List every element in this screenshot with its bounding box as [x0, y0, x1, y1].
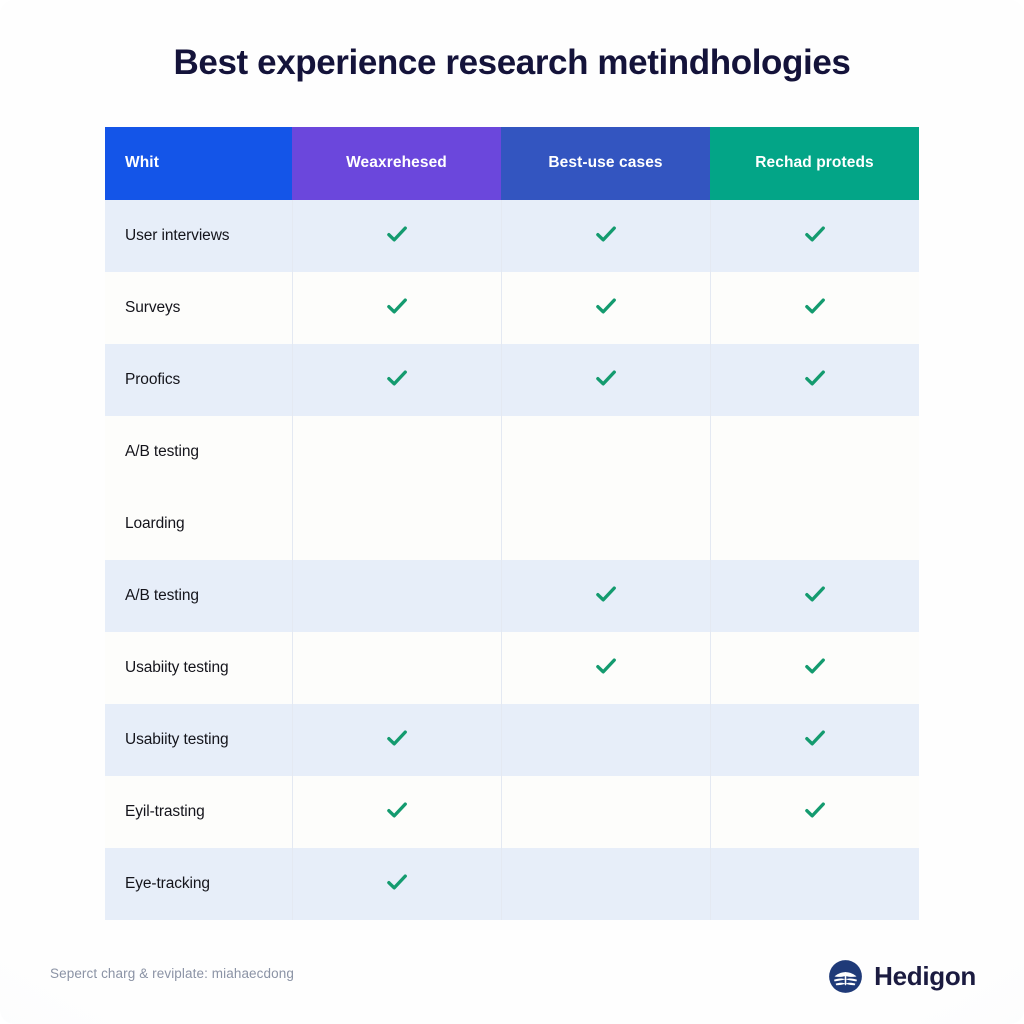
method-cell: Eye-tracking [105, 848, 293, 920]
cell-empty [501, 416, 711, 488]
cell-empty [501, 848, 711, 920]
check-icon [802, 293, 828, 319]
table-header-row: Whit Weaxrehesed Best-use cases Rechad p… [105, 127, 919, 200]
page-title: Best experience research metindhologies [173, 43, 851, 82]
cell-checked [292, 704, 502, 776]
cell-checked [292, 200, 502, 272]
table-header: Whit Weaxrehesed Best-use cases Rechad p… [105, 127, 919, 200]
table-body: User interviews Surveys Proofics A/B testin… [105, 200, 919, 920]
cell-checked [292, 272, 502, 344]
table-row: A/B testing [105, 416, 919, 488]
cell-checked [710, 344, 919, 416]
check-icon [802, 725, 828, 751]
method-cell: User interviews [105, 200, 293, 272]
comparison-table: Whit Weaxrehesed Best-use cases Rechad p… [105, 127, 919, 920]
comparison-table-container: Whit Weaxrehesed Best-use cases Rechad p… [105, 127, 919, 920]
table-row: Loarding [105, 488, 919, 560]
cell-checked [292, 848, 502, 920]
check-icon [384, 725, 410, 751]
table-row: User interviews [105, 200, 919, 272]
cell-empty [292, 416, 502, 488]
check-icon [593, 653, 619, 679]
check-icon [384, 221, 410, 247]
footer-note: Seperct charg & reviplate: miahaecdong [50, 966, 294, 981]
method-cell: Usabiity testing [105, 704, 293, 776]
cell-checked [501, 272, 711, 344]
table-row: Eyil-trasting [105, 776, 919, 848]
cell-checked [501, 344, 711, 416]
table-row: Proofics [105, 344, 919, 416]
method-cell: A/B testing [105, 416, 293, 488]
check-icon [593, 365, 619, 391]
check-icon [593, 221, 619, 247]
table-row: A/B testing [105, 560, 919, 632]
check-icon [384, 869, 410, 895]
cell-checked [501, 560, 711, 632]
method-cell: A/B testing [105, 560, 293, 632]
method-cell: Eyil-trasting [105, 776, 293, 848]
cell-checked [710, 272, 919, 344]
method-cell: Loarding [105, 488, 293, 560]
check-icon [802, 581, 828, 607]
cell-empty [710, 848, 919, 920]
wave-circle-logo-icon [828, 959, 863, 994]
cell-empty [710, 416, 919, 488]
cell-checked [710, 560, 919, 632]
poster-canvas: Best experience research metindhologies … [0, 0, 1024, 1024]
cell-empty [292, 632, 502, 704]
check-icon [384, 365, 410, 391]
column-header-2[interactable]: Best-use cases [501, 127, 710, 200]
cell-checked [710, 776, 919, 848]
column-header-3[interactable]: Rechad proteds [710, 127, 919, 200]
cell-empty [710, 488, 919, 560]
method-cell: Usabiity testing [105, 632, 293, 704]
table-row: Usabiity testing [105, 632, 919, 704]
check-icon [802, 365, 828, 391]
cell-empty [501, 776, 711, 848]
column-header-method[interactable]: Whit [105, 127, 292, 200]
cell-empty [501, 704, 711, 776]
cell-empty [292, 560, 502, 632]
check-icon [384, 797, 410, 823]
check-icon [593, 293, 619, 319]
cell-empty [501, 488, 711, 560]
check-icon [384, 293, 410, 319]
brand-name: Hedigon [874, 961, 976, 991]
check-icon [802, 653, 828, 679]
table-row: Eye-tracking [105, 848, 919, 920]
method-cell: Proofics [105, 344, 293, 416]
cell-checked [501, 200, 711, 272]
column-header-1[interactable]: Weaxrehesed [292, 127, 501, 200]
cell-checked [292, 776, 502, 848]
check-icon [802, 221, 828, 247]
cell-checked [292, 344, 502, 416]
check-icon [802, 797, 828, 823]
brand-lockup: Hedigon [828, 959, 976, 994]
cell-checked [710, 704, 919, 776]
check-icon [593, 581, 619, 607]
cell-checked [710, 200, 919, 272]
cell-checked [710, 632, 919, 704]
table-row: Usabiity testing [105, 704, 919, 776]
table-row: Surveys [105, 272, 919, 344]
cell-empty [292, 488, 502, 560]
cell-checked [501, 632, 711, 704]
method-cell: Surveys [105, 272, 293, 344]
